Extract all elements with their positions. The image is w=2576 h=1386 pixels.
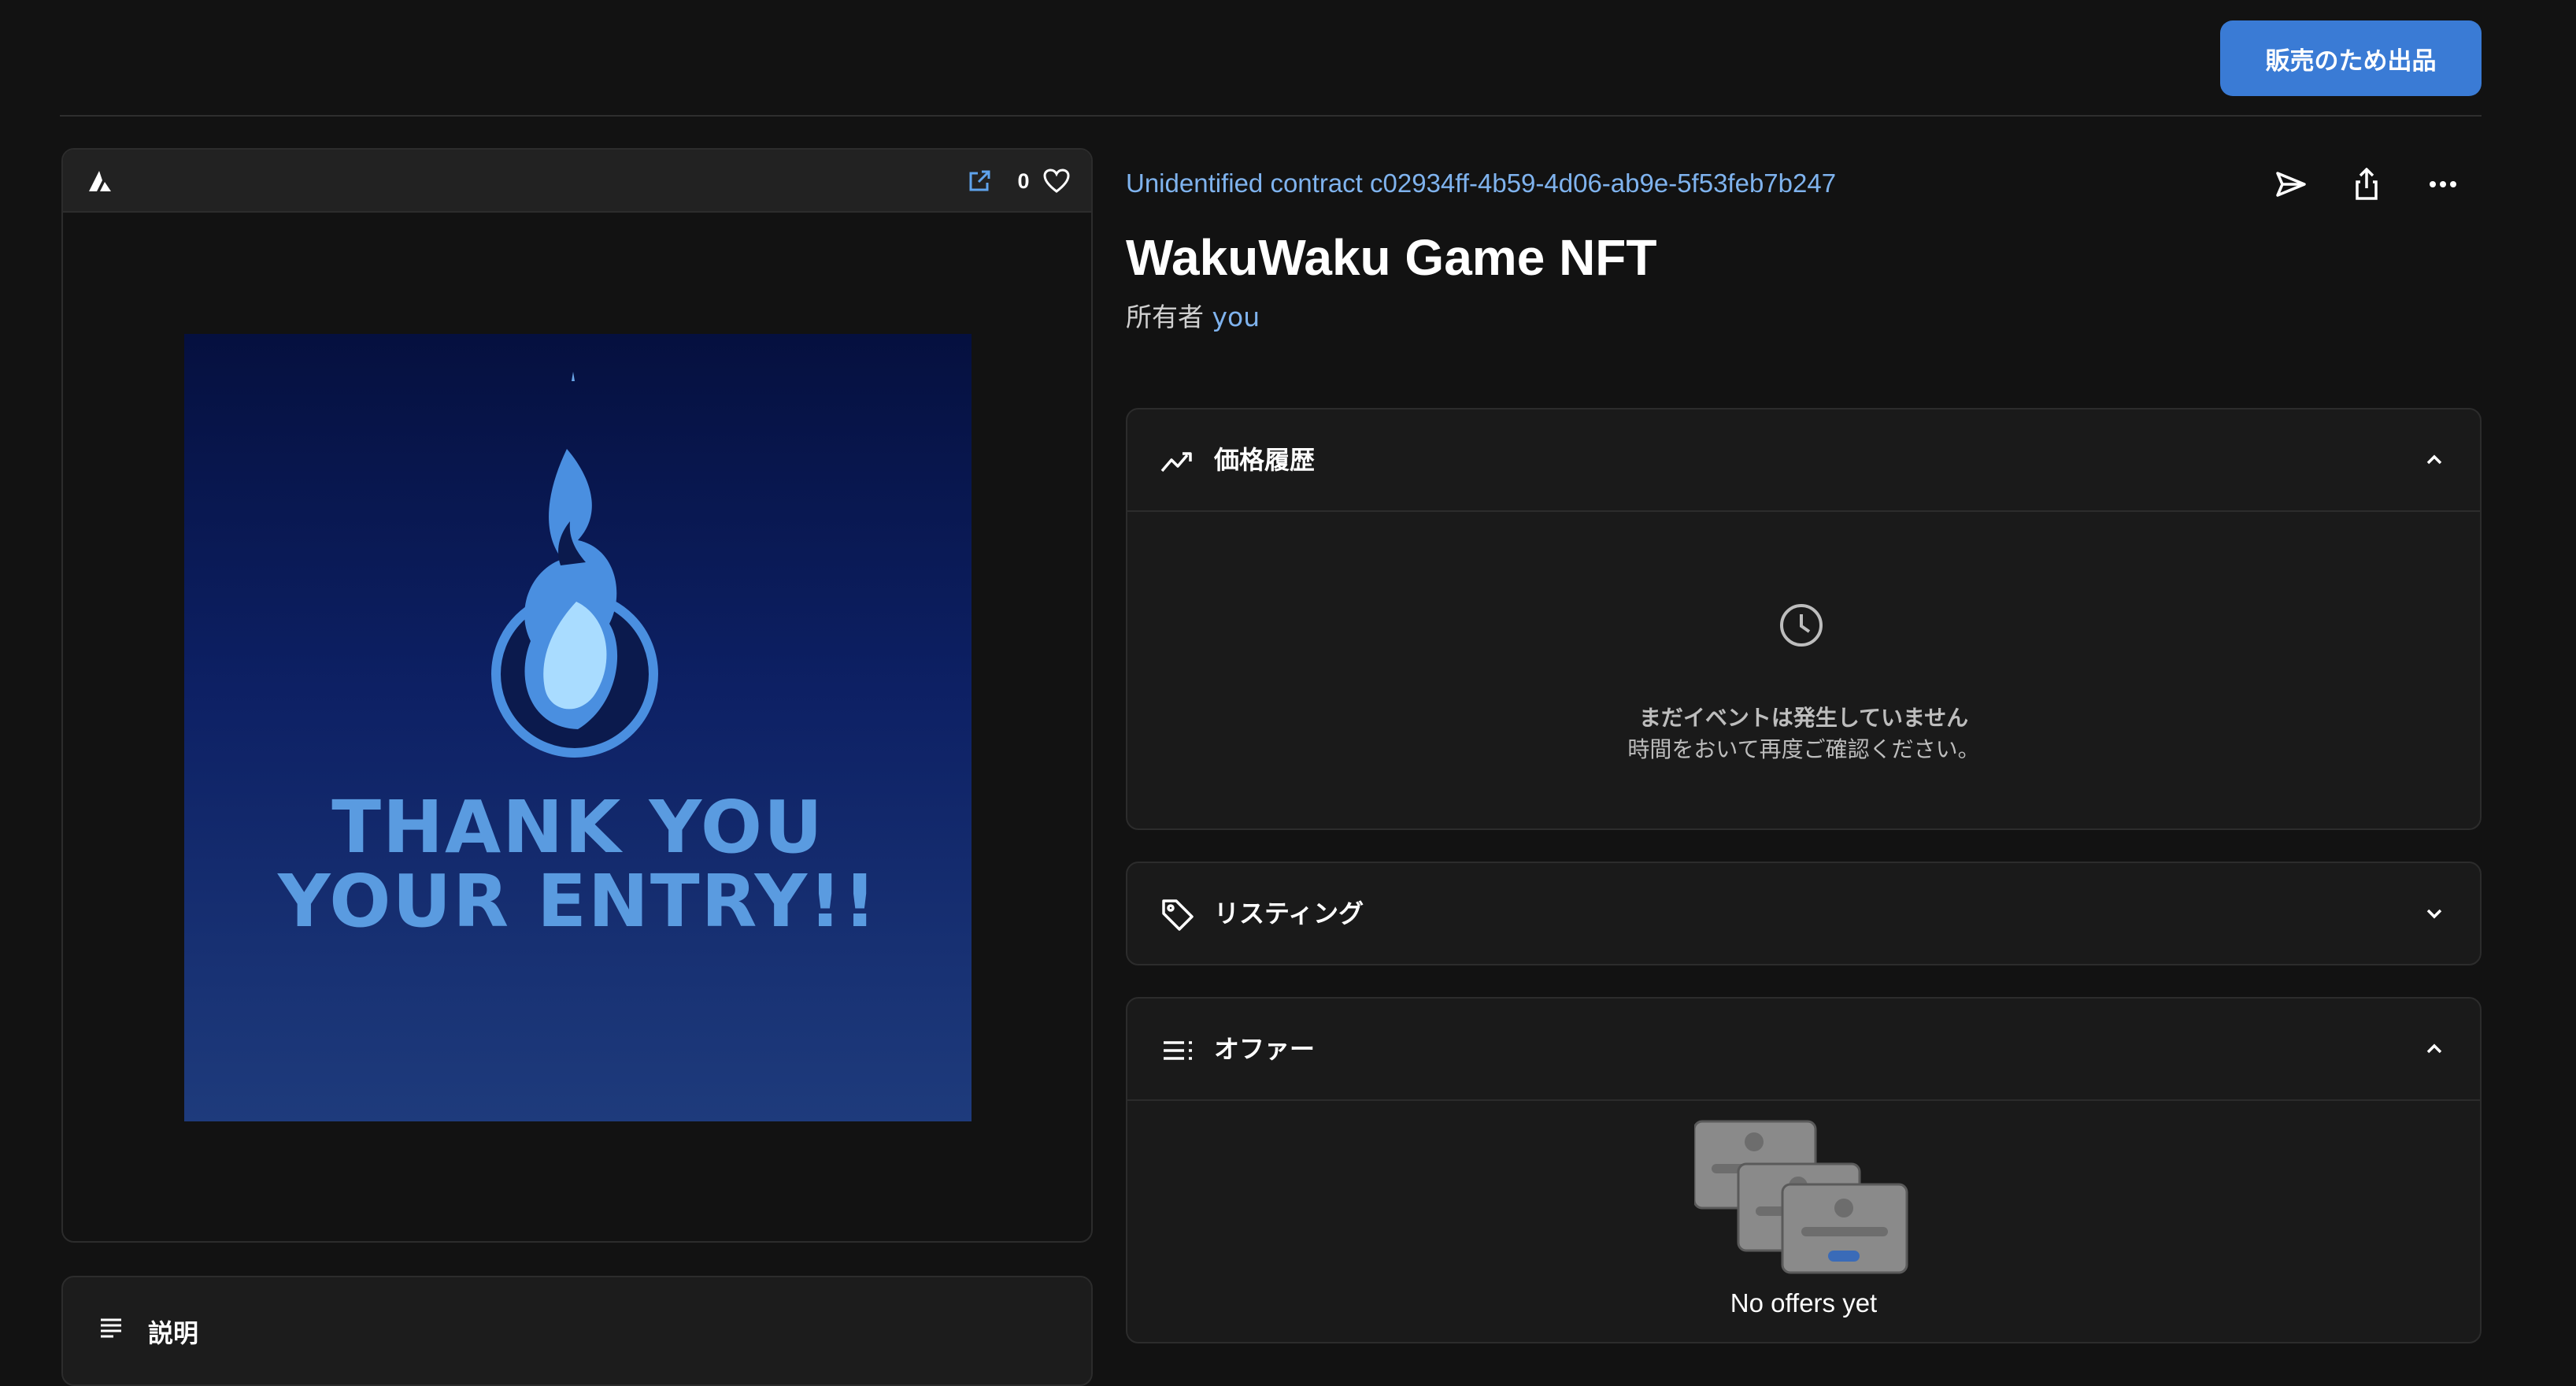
avalanche-chain-icon	[85, 165, 117, 197]
favorite-count: 0	[1017, 169, 1030, 193]
send-icon[interactable]	[2272, 165, 2310, 203]
offers-header[interactable]: オファー	[1127, 999, 2480, 1099]
empty-offers-text: No offers yet	[1730, 1288, 1878, 1317]
owner-label: 所有者	[1126, 302, 1204, 332]
nft-image: THANK YOU YOUR ENTRY!!	[184, 334, 972, 1121]
contract-link[interactable]: Unidentified contract c02934ff-4b59-4d06…	[1126, 169, 1836, 198]
empty-events-subtitle: 時間をおいて再度ご確認ください。	[1627, 736, 1980, 762]
nft-image-caption: THANK YOU YOUR ENTRY!!	[184, 791, 972, 939]
description-panel[interactable]: 説明	[61, 1276, 1093, 1386]
offers-title: オファー	[1214, 1034, 1316, 1064]
panel-divider	[1127, 510, 2480, 512]
list-for-sale-button[interactable]: 販売のため出品	[2220, 20, 2482, 96]
tag-icon	[1160, 898, 1195, 932]
text-lines-icon	[98, 1315, 129, 1347]
listings-panel: リスティング	[1126, 862, 2482, 965]
media-card: 0 THANK YOU YOUR ENTRY!!	[61, 148, 1093, 1243]
chevron-up-icon[interactable]	[2420, 446, 2448, 474]
listings-header[interactable]: リスティング	[1127, 863, 2480, 964]
list-icon	[1160, 1033, 1195, 1068]
description-title: 説明	[148, 1318, 199, 1348]
price-history-title: 価格履歴	[1214, 445, 1316, 475]
more-options-icon[interactable]	[2423, 165, 2463, 203]
price-history-panel: 価格履歴 まだイベントは発生していません 時間をおいて再度ご確認ください。	[1126, 408, 2482, 830]
price-history-header[interactable]: 価格履歴	[1127, 410, 2480, 510]
blue-flame-logo	[491, 372, 658, 758]
share-icon[interactable]	[2348, 164, 2385, 205]
owner-link[interactable]: you	[1212, 302, 1260, 332]
chevron-down-icon[interactable]	[2420, 899, 2448, 928]
top-divider	[60, 115, 2482, 117]
empty-events-title: まだイベントは発生していません	[1638, 705, 1969, 731]
nft-caption-line-1: THANK YOU	[331, 785, 824, 869]
nft-caption-line-2: YOUR ENTRY!!	[277, 859, 879, 943]
offers-panel: オファー No offers yet	[1126, 997, 2482, 1343]
empty-offers-illustration	[1694, 1120, 1908, 1274]
nft-title: WakuWaku Game NFT	[1126, 229, 1657, 286]
heart-icon[interactable]	[1039, 164, 1074, 198]
open-external-icon[interactable]	[964, 165, 995, 197]
owner-row: 所有者 you	[1126, 296, 1260, 334]
trending-up-icon	[1160, 444, 1195, 479]
listings-title: リスティング	[1214, 899, 1364, 928]
panel-divider	[1127, 1099, 2480, 1101]
media-card-header: 0	[63, 150, 1091, 213]
chevron-up-icon[interactable]	[2420, 1035, 2448, 1063]
clock-icon	[1778, 602, 1825, 649]
